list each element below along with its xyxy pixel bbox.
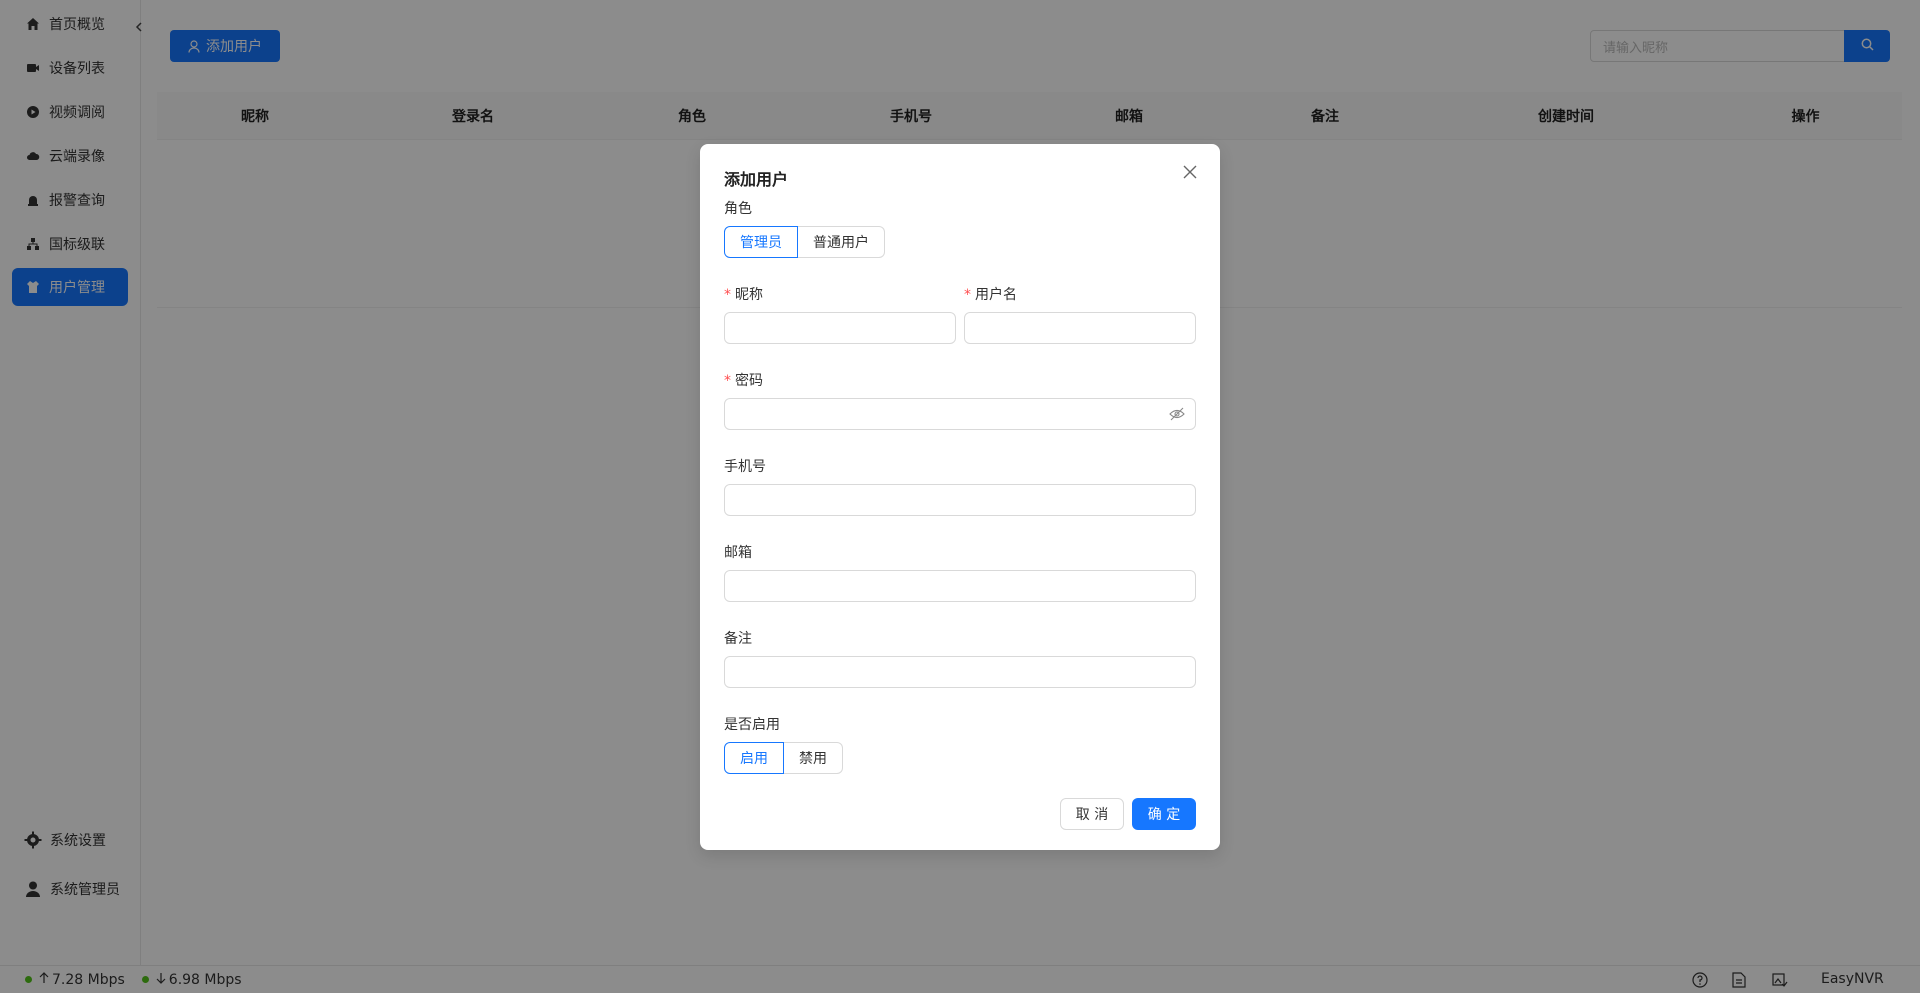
add-user-modal: 添加用户 角色 管理员 普通用户 * 昵称 * 用户名 * 密码 手机号 邮箱 备注 … xyxy=(700,144,1220,850)
email-field[interactable] xyxy=(724,570,1196,602)
role-option-user[interactable]: 普通用户 xyxy=(798,226,885,258)
enabled-segmented: 启用 禁用 xyxy=(724,742,843,774)
cancel-button[interactable]: 取 消 xyxy=(1060,798,1124,830)
email-label: 邮箱 xyxy=(724,545,752,561)
nickname-label: * 昵称 xyxy=(724,287,763,303)
role-segmented: 管理员 普通用户 xyxy=(724,226,885,258)
modal-title: 添加用户 xyxy=(724,170,789,189)
password-field[interactable] xyxy=(724,398,1196,430)
enabled-option-on[interactable]: 启用 xyxy=(724,742,784,774)
phone-field[interactable] xyxy=(724,484,1196,516)
role-label: 角色 xyxy=(724,201,752,217)
enabled-option-off[interactable]: 禁用 xyxy=(784,742,843,774)
phone-label: 手机号 xyxy=(724,459,766,475)
password-label: * 密码 xyxy=(724,373,763,389)
remark-label: 备注 xyxy=(724,631,752,647)
username-field[interactable] xyxy=(964,312,1196,344)
nickname-field[interactable] xyxy=(724,312,956,344)
remark-field[interactable] xyxy=(724,656,1196,688)
enabled-label: 是否启用 xyxy=(724,717,780,733)
confirm-button[interactable]: 确 定 xyxy=(1132,798,1196,830)
eye-invisible-icon[interactable] xyxy=(1169,407,1185,425)
role-option-admin[interactable]: 管理员 xyxy=(724,226,798,258)
close-icon[interactable] xyxy=(1180,162,1200,182)
username-label: * 用户名 xyxy=(964,287,1017,303)
